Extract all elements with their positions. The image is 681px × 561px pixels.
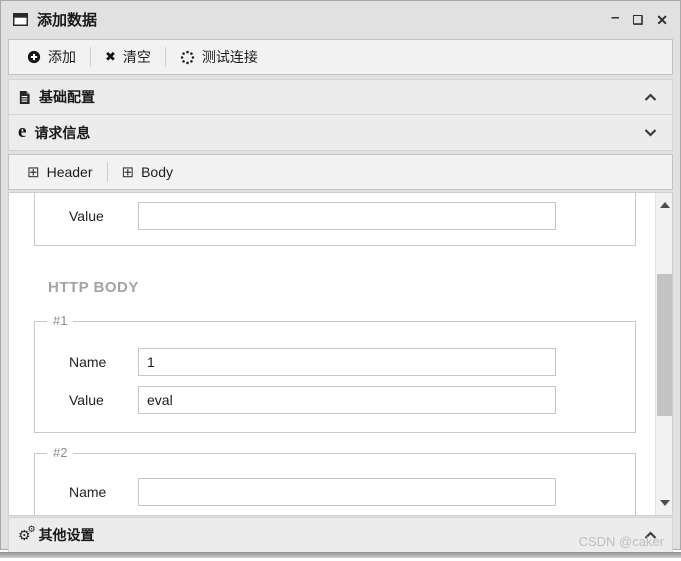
body-fieldset-1: #1 Name Value: [34, 313, 636, 433]
http-body-heading: HTTP BODY: [48, 279, 139, 296]
field-row: Value: [35, 386, 635, 414]
value-field-label: Value: [69, 208, 104, 224]
request-sub-toolbar: ⊞ Header ⊞ Body: [8, 154, 673, 190]
chevron-up-icon: [644, 92, 657, 102]
dialog-window: 添加数据 – ❑ ✕ 添加 ✖ 清空 测试连接 基础配置 e 请求信息 ⊞ He…: [0, 0, 681, 553]
page-title: 添加数据: [37, 12, 98, 29]
add-header-label: Header: [46, 164, 93, 180]
header-value-input[interactable]: [138, 202, 556, 230]
gears-icon: ⚙ ⚙: [18, 524, 36, 543]
plus-circle-icon: [27, 50, 41, 64]
document-icon: [19, 90, 30, 104]
plus-square-icon: ⊞: [121, 164, 135, 181]
dialog-titlebar[interactable]: 添加数据 – ❑ ✕: [1, 1, 680, 38]
main-toolbar: 添加 ✖ 清空 测试连接: [8, 39, 673, 75]
csdn-watermark: CSDN @caker: [578, 534, 664, 549]
close-icon[interactable]: ✕: [656, 13, 668, 27]
name-field-label: Name: [69, 354, 107, 370]
test-connection-label: 测试连接: [201, 49, 258, 65]
plus-square-icon: ⊞: [27, 164, 40, 181]
spinner-icon: [180, 50, 195, 64]
maximize-icon[interactable]: ❑: [633, 14, 644, 26]
section-request-label: 请求信息: [34, 124, 91, 141]
window-controls: – ❑ ✕: [611, 10, 668, 27]
vertical-scrollbar[interactable]: [655, 193, 672, 515]
section-basic-config[interactable]: 基础配置: [8, 79, 673, 115]
request-e-icon: e: [18, 121, 27, 142]
value-field-label: Value: [69, 392, 104, 408]
section-other-settings[interactable]: ⚙ ⚙ 其他设置: [8, 517, 673, 553]
fieldset-1-legend: #1: [47, 313, 74, 328]
clear-button-label: 清空: [122, 49, 151, 65]
field-row: Name: [35, 348, 635, 376]
body2-name-input[interactable]: [138, 478, 556, 506]
section-basic-label: 基础配置: [39, 89, 95, 105]
scrollbar-thumb[interactable]: [657, 274, 672, 416]
add-button[interactable]: 添加: [13, 44, 90, 70]
add-header-button[interactable]: ⊞ Header: [13, 159, 107, 185]
fieldset-2-legend: #2: [47, 445, 74, 460]
header-fieldset-partial: Value: [34, 193, 636, 246]
window-drop-shadow: [0, 552, 681, 558]
name-field-label: Name: [69, 484, 107, 500]
add-body-button[interactable]: ⊞ Body: [108, 159, 188, 185]
add-body-label: Body: [141, 164, 173, 180]
add-button-label: 添加: [48, 49, 76, 65]
body1-value-input[interactable]: [138, 386, 556, 414]
body1-name-input[interactable]: [138, 348, 556, 376]
clear-button[interactable]: ✖ 清空: [91, 44, 165, 70]
clear-x-icon: ✖: [105, 49, 116, 64]
body-fieldset-2: #2 Name: [34, 445, 636, 515]
field-row: Name: [35, 478, 635, 506]
test-connection-button[interactable]: 测试连接: [166, 44, 272, 70]
window-icon: [13, 13, 28, 26]
section-other-label: 其他设置: [38, 527, 95, 543]
field-row: Value: [35, 202, 635, 230]
minimize-icon[interactable]: –: [611, 10, 619, 25]
request-form-scroll-area: Value HTTP BODY #1 Name Value #2: [8, 192, 673, 516]
section-request-info[interactable]: e 请求信息: [8, 115, 673, 151]
chevron-down-icon: [644, 128, 657, 137]
